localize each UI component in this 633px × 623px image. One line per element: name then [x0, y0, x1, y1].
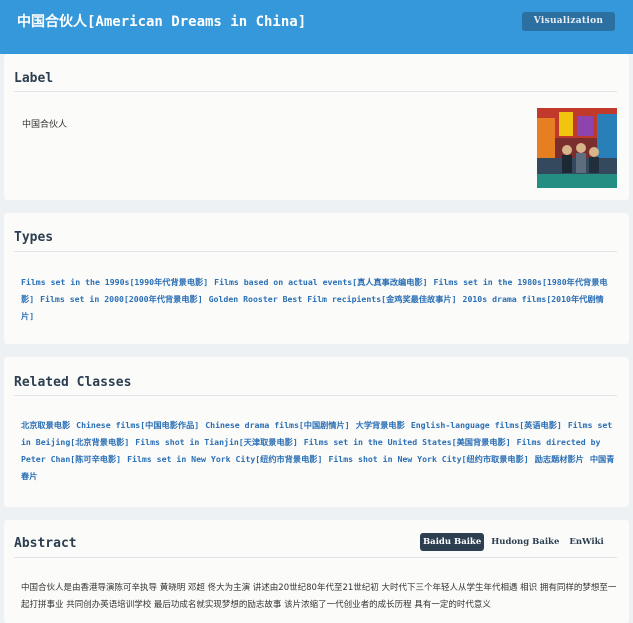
- related-class-link[interactable]: Chinese films[中国电影作品]: [76, 420, 199, 430]
- label-value: 中国合伙人: [22, 120, 68, 130]
- related-classes-card: Related Classes 北京取景电影 Chinese films[中国电影…: [4, 357, 629, 507]
- tab-hudong-baike[interactable]: Hudong Baike: [488, 533, 562, 551]
- types-list: Films set in the 1990s[1990年代背景电影] Films …: [21, 274, 617, 325]
- related-classes-heading: Related Classes: [14, 375, 132, 390]
- related-classes-list: 北京取景电影 Chinese films[中国电影作品] Chinese drama…: [21, 417, 617, 485]
- type-link[interactable]: Films set in 2000[2000年代背景电影]: [40, 294, 203, 304]
- related-class-link[interactable]: Chinese drama films[中国剧情片]: [205, 420, 349, 430]
- divider: [14, 251, 617, 252]
- type-link[interactable]: Golden Rooster Best Film recipients[金鸡奖最…: [209, 294, 457, 304]
- label-heading: Label: [14, 71, 54, 86]
- tab-baidu-baike[interactable]: Baidu Baike: [420, 533, 485, 551]
- abstract-card: Abstract Baidu Baike Hudong Baike EnWiki…: [4, 520, 629, 623]
- poster-graphic: [537, 108, 617, 188]
- related-class-link[interactable]: 大学背景电影: [356, 420, 405, 430]
- visualization-button[interactable]: Visualization: [522, 12, 615, 31]
- related-class-link[interactable]: Films set in New York City[纽约市背景电影]: [127, 454, 322, 464]
- abstract-source-tabs: Baidu Baike Hudong Baike EnWiki: [420, 533, 607, 551]
- related-class-link[interactable]: 励志题材影片: [535, 454, 584, 464]
- tab-enwiki[interactable]: EnWiki: [566, 533, 606, 551]
- types-heading: Types: [14, 230, 54, 245]
- related-class-link[interactable]: English-language films[英语电影]: [411, 420, 562, 430]
- related-class-link[interactable]: Films shot in Tianjin[天津取景电影]: [135, 437, 298, 447]
- page-title: 中国合伙人[American Dreams in China]: [17, 14, 307, 30]
- related-class-link[interactable]: 北京取景电影: [21, 420, 70, 430]
- divider: [14, 91, 617, 92]
- movie-poster-image[interactable]: [537, 108, 617, 188]
- type-link[interactable]: Films set in the 1990s[1990年代背景电影]: [21, 277, 208, 287]
- abstract-heading: Abstract: [14, 536, 77, 551]
- type-link[interactable]: Films based on actual events[真人真事改编电影]: [214, 277, 427, 287]
- label-card: Label 中国合伙人: [4, 54, 629, 200]
- divider: [14, 557, 617, 558]
- divider: [14, 395, 617, 396]
- related-class-link[interactable]: Films shot in New York City[纽约市取景电影]: [328, 454, 528, 464]
- related-class-link[interactable]: Films set in the United States[美国背景电影]: [304, 437, 511, 447]
- page-header: 中国合伙人[American Dreams in China] Visualiz…: [0, 0, 633, 54]
- types-card: Types Films set in the 1990s[1990年代背景电影]…: [4, 213, 629, 344]
- abstract-text: 中国合伙人是由香港导演陈可辛执导 黄晓明 邓超 佟大为主演 讲述由20世纪80年…: [21, 583, 617, 610]
